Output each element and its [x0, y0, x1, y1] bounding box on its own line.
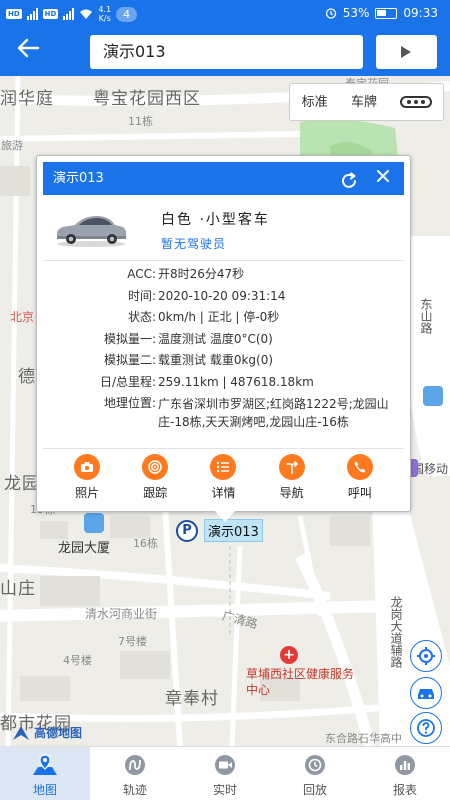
map-label: 草埔西社区健康服务中心 — [246, 667, 355, 697]
hd-icon: HD — [42, 9, 59, 19]
more-button[interactable] — [389, 84, 443, 120]
bottom-navigation: 地图 轨迹 实时 回放 报表 — [0, 746, 450, 800]
clock: 09:33 — [403, 6, 438, 20]
signal-icon — [26, 8, 38, 20]
car-image — [56, 216, 127, 247]
battery-icon — [375, 7, 398, 19]
network-speed: 4.1 K/s — [98, 5, 112, 23]
playback-icon — [270, 752, 360, 778]
map-type-selector: 标准 车牌 — [289, 83, 444, 121]
phone-icon — [346, 454, 373, 480]
building-poi-icon — [84, 513, 104, 533]
map-label: 11栋 — [128, 115, 153, 128]
top-bar: 演示013 — [0, 30, 450, 76]
map-label: 北京 — [10, 310, 35, 324]
map-label: 旅游 — [1, 139, 23, 152]
vehicle-marker[interactable]: P 演示013 — [176, 519, 263, 542]
list-icon — [210, 454, 237, 480]
locate-button[interactable] — [410, 640, 442, 672]
popup-header: 演示013 — [43, 162, 404, 195]
divider — [43, 260, 404, 261]
detail-row-acc: ACC: 开8时26分47秒 — [127, 267, 245, 281]
more-dots-icon — [399, 96, 432, 108]
amap-logo: 高德地图 — [12, 724, 82, 741]
play-button[interactable] — [376, 35, 437, 69]
tab-realtime[interactable]: 实时 — [180, 747, 270, 800]
map-label: 东山路 — [419, 298, 433, 334]
map-label: 德 — [18, 367, 36, 387]
help-button[interactable] — [410, 712, 442, 744]
call-button[interactable]: 呼叫 — [334, 454, 386, 501]
building-poi-icon — [423, 386, 443, 406]
hd-icon: HD — [6, 9, 22, 19]
detail-row-mileage: 日/总里程:259.11km | 487618.18km — [99, 374, 314, 389]
parking-icon: P — [176, 519, 198, 542]
detail-row-time: 时间:2020-10-20 09:31:14 — [127, 288, 286, 303]
locate-icon — [417, 647, 435, 665]
details-button[interactable]: 详情 — [197, 454, 249, 501]
vehicle-details: ACC: 开8时26分47秒 时间:2020-10-20 09:31:14 状态:… — [43, 264, 404, 431]
amap-logo-icon — [13, 725, 29, 740]
vehicle-marker-label: 演示013 — [204, 519, 263, 542]
navigate-button[interactable]: 导航 — [266, 454, 318, 501]
close-button[interactable] — [376, 169, 390, 187]
photo-button[interactable]: 照片 — [61, 454, 113, 501]
map-label: 章奉村 — [165, 689, 219, 709]
tab-track[interactable]: 轨迹 — [90, 747, 180, 800]
detail-row-status: 状态:0km/h | 正北 | 停-0秒 — [127, 310, 280, 324]
map-label: 龙园大厦 — [58, 541, 111, 556]
map-label: 4号楼 — [63, 654, 92, 667]
tab-map[interactable]: 地图 — [0, 747, 90, 800]
map-label: 龙岗大道辅路 — [389, 596, 403, 668]
popup-actions: 照片 跟踪 详情 导航 呼叫 — [43, 454, 404, 501]
route-icon — [90, 752, 180, 778]
map-pin-icon — [0, 752, 90, 778]
close-icon — [377, 170, 389, 182]
status-bar: HD HD 4.1 K/s 4 53% 09:33 — [0, 0, 450, 30]
map-label: 龙园 — [4, 474, 40, 494]
plate-toggle-button[interactable]: 车牌 — [339, 84, 388, 120]
detail-row-analog1: 模拟量一: 温度测试 温度0°C(0) — [103, 331, 273, 346]
map-label: 东合路石华高中 — [325, 732, 402, 745]
tab-reports[interactable]: 报表 — [360, 747, 450, 800]
map-label: 润华庭 — [0, 89, 54, 109]
track-button[interactable]: 跟踪 — [129, 454, 181, 501]
map-label: 清水河商业街 — [85, 607, 158, 621]
popup-title: 演示013 — [53, 171, 104, 186]
back-button[interactable] — [16, 38, 56, 68]
detail-row-location: 地理位置: 广东省深圳市罗湖区;红岗路1222号;龙园山庄-18栋,天天涮烤吧,龙… — [103, 396, 389, 429]
hospital-poi-icon: + — [280, 646, 298, 664]
vehicle-info-popup: 演示013 白色 ·小型客车 暂无驾驶员 ACC: 开8时26分47秒 时间:20… — [36, 155, 411, 522]
wifi-icon — [80, 9, 93, 19]
detail-row-analog2: 模拟量二: 载重测试 载重0kg(0) — [103, 353, 274, 367]
video-icon — [180, 752, 270, 778]
play-icon — [401, 46, 411, 58]
vehicle-locate-button[interactable] — [410, 677, 442, 709]
map-label: 7号楼 — [118, 635, 147, 648]
driver-name: 暂无驾驶员 — [161, 237, 227, 251]
car-icon — [418, 689, 434, 699]
map-label: 16栋 — [133, 537, 158, 550]
battery-percent: 53% — [342, 6, 370, 20]
alarm-icon — [325, 8, 336, 19]
refresh-button[interactable] — [340, 170, 358, 203]
signal-icon — [63, 8, 75, 20]
vehicle-search-input[interactable]: 演示013 — [90, 35, 363, 69]
bar-chart-icon — [360, 752, 450, 778]
notification-badge: 4 — [116, 6, 138, 22]
arrow-left-icon — [17, 38, 40, 58]
refresh-icon — [342, 172, 356, 188]
help-icon — [417, 719, 435, 737]
vehicle-type: 白色 ·小型客车 — [161, 212, 270, 228]
tab-playback[interactable]: 回放 — [270, 747, 360, 800]
navigation-icon — [278, 454, 305, 480]
target-icon — [142, 454, 169, 480]
map-label: 粤宝花园西区 — [93, 89, 201, 109]
map-label: 山庄 — [0, 579, 36, 599]
camera-icon — [74, 454, 101, 480]
standard-map-button[interactable]: 标准 — [290, 84, 339, 120]
divider — [43, 448, 404, 449]
